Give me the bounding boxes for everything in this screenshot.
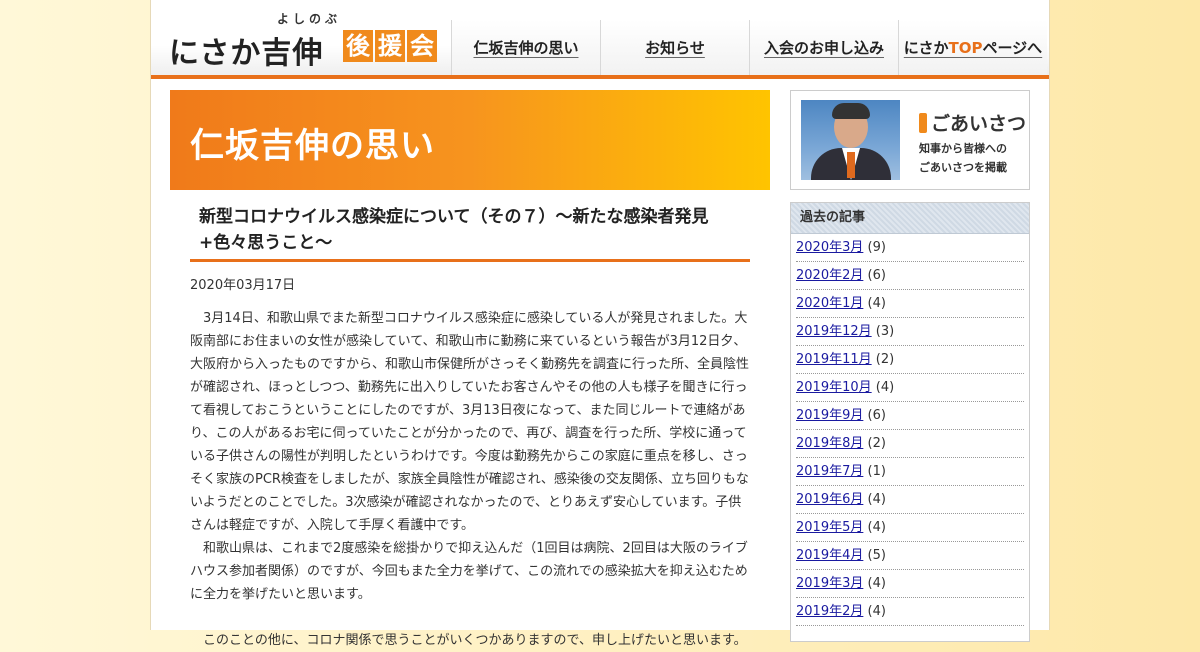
archive-month-link[interactable]: 2019年7月 xyxy=(796,464,863,479)
banner-title: 仁坂吉伸の思い xyxy=(190,126,435,166)
article-paragraph: 3月14日、和歌山県でまた新型コロナウイルス感染症に感染している人が発見されまし… xyxy=(190,311,750,533)
logo-box-1: 後 xyxy=(343,30,373,62)
archive-item: 2019年4月 (5) xyxy=(796,542,1024,570)
archive-month-link[interactable]: 2019年5月 xyxy=(796,520,863,535)
greeting-heading: ごあいさつ xyxy=(919,109,1026,136)
site-header: よしのぶ にさか吉伸 後 援 会 仁坂吉伸の思い お知らせ 入会のお申し込み に… xyxy=(151,0,1049,76)
article-date: 2020年03月17日 xyxy=(190,278,296,293)
global-nav: 仁坂吉伸の思い お知らせ 入会のお申し込み にさか TOP ページへ xyxy=(451,20,1047,75)
page-container: よしのぶ にさか吉伸 後 援 会 仁坂吉伸の思い お知らせ 入会のお申し込み に… xyxy=(150,0,1050,648)
archive-month-link[interactable]: 2019年2月 xyxy=(796,604,863,619)
header-divider xyxy=(151,75,1049,79)
logo-name: にさか吉伸 xyxy=(169,36,324,71)
archive-item: 2019年11月 (2) xyxy=(796,346,1024,374)
nav-top-page[interactable]: にさか TOP ページへ xyxy=(898,20,1047,75)
article-body: 3月14日、和歌山県でまた新型コロナウイルス感染症に感染している人が発見されまし… xyxy=(190,307,752,652)
archive-item: 2019年9月 (6) xyxy=(796,402,1024,430)
archive-item: 2020年1月 (4) xyxy=(796,290,1024,318)
archive-item: 2019年2月 (4) xyxy=(796,598,1024,626)
archive-month-link[interactable]: 2020年3月 xyxy=(796,240,863,255)
archive-count: (4) xyxy=(875,380,895,395)
archive-count: (6) xyxy=(867,408,886,423)
archive-month-link[interactable]: 2019年11月 xyxy=(796,352,872,367)
archive-item: 2020年3月 (9) xyxy=(796,234,1024,262)
archive-count: (2) xyxy=(875,352,895,367)
archive-list: 2020年3月 (9) 2020年2月 (6) 2020年1月 (4) 2019年12… xyxy=(791,234,1029,626)
archive-count: (5) xyxy=(867,548,886,563)
archive-month-link[interactable]: 2019年9月 xyxy=(796,408,863,423)
archive-count: (6) xyxy=(867,268,886,283)
logo-support-group: 後 援 会 xyxy=(343,30,437,62)
governor-photo xyxy=(801,100,900,180)
archive-count: (4) xyxy=(867,520,886,535)
site-logo[interactable]: よしのぶ にさか吉伸 後 援 会 xyxy=(169,8,439,71)
archive-count: (3) xyxy=(875,324,895,339)
archive-month-link[interactable]: 2019年4月 xyxy=(796,548,863,563)
archive-item: 2019年7月 (1) xyxy=(796,458,1024,486)
archive-month-link[interactable]: 2020年2月 xyxy=(796,268,863,283)
nav-join[interactable]: 入会のお申し込み xyxy=(749,20,898,75)
archive-item: 2019年3月 (4) xyxy=(796,570,1024,598)
archive-count: (4) xyxy=(867,296,886,311)
orange-marker-icon xyxy=(919,112,927,133)
greeting-banner[interactable]: ごあいさつ 知事から皆様への ごあいさつを掲載 xyxy=(790,90,1030,190)
article-title: 新型コロナウイルス感染症について（その７）～新たな感染者発見+色々思うこと～ xyxy=(199,207,709,253)
nav-news[interactable]: お知らせ xyxy=(600,20,749,75)
archive-item: 2019年5月 (4) xyxy=(796,514,1024,542)
archive-month-link[interactable]: 2019年6月 xyxy=(796,492,863,507)
greeting-title: ごあいさつ xyxy=(931,113,1027,135)
section-banner: 仁坂吉伸の思い xyxy=(170,90,770,190)
logo-ruby: よしのぶ xyxy=(277,12,342,26)
logo-box-2: 援 xyxy=(375,30,405,62)
archive-month-link[interactable]: 2019年8月 xyxy=(796,436,863,451)
archive-panel: 過去の記事 2020年3月 (9) 2020年2月 (6) 2020年1月 (4) 2… xyxy=(790,202,1030,642)
greeting-subtitle: 知事から皆様への ごあいさつを掲載 xyxy=(919,142,1007,174)
nav-thoughts[interactable]: 仁坂吉伸の思い xyxy=(451,20,600,75)
archive-count: (4) xyxy=(867,492,886,507)
article-paragraph: このことの他に、コロナ関係で思うことがいくつかありますので、申し上げたいと思いま… xyxy=(203,633,747,648)
archive-month-link[interactable]: 2019年12月 xyxy=(796,324,872,339)
archive-item: 2019年10月 (4) xyxy=(796,374,1024,402)
archive-month-link[interactable]: 2019年3月 xyxy=(796,576,863,591)
archive-month-link[interactable]: 2019年10月 xyxy=(796,380,872,395)
archive-header: 過去の記事 xyxy=(791,203,1029,234)
archive-month-link[interactable]: 2020年1月 xyxy=(796,296,863,311)
archive-count: (4) xyxy=(867,576,886,591)
archive-item: 2019年6月 (4) xyxy=(796,486,1024,514)
archive-count: (4) xyxy=(867,604,886,619)
archive-count: (1) xyxy=(867,464,886,479)
archive-item: 2019年12月 (3) xyxy=(796,318,1024,346)
archive-count: (9) xyxy=(867,240,886,255)
article-paragraph: 和歌山県は、これまで2度感染を総掛かりで抑え込んだ（1回目は病院、2回目は大阪の… xyxy=(190,541,748,602)
archive-item: 2020年2月 (6) xyxy=(796,262,1024,290)
title-divider xyxy=(190,259,750,262)
archive-item: 2019年8月 (2) xyxy=(796,430,1024,458)
logo-box-3: 会 xyxy=(407,30,437,62)
archive-count: (2) xyxy=(867,436,886,451)
